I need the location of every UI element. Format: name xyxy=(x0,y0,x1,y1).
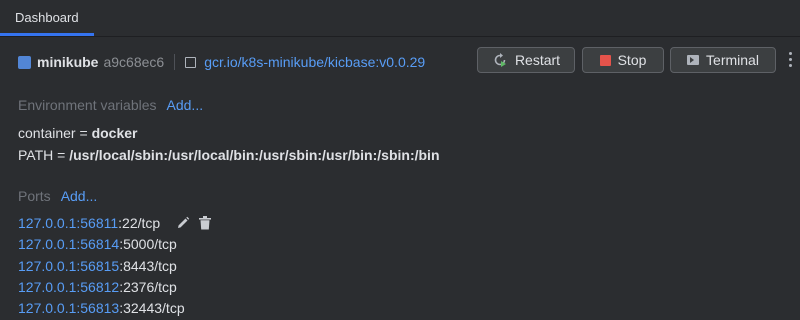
env-item: container = docker xyxy=(18,125,137,141)
port-row: 127.0.0.1:56815:8443/tcp xyxy=(18,256,177,276)
restart-icon xyxy=(492,52,508,68)
env-key: container xyxy=(18,125,76,141)
stop-icon xyxy=(599,54,611,66)
env-key: PATH xyxy=(18,147,54,163)
env-value: docker xyxy=(91,125,138,141)
tab-separator xyxy=(0,36,800,37)
port-target: :5000/tcp xyxy=(119,236,177,252)
ports-add-link[interactable]: Add... xyxy=(61,188,98,204)
port-row: 127.0.0.1:56814:5000/tcp xyxy=(18,234,177,254)
stop-button[interactable]: Stop xyxy=(582,47,664,73)
port-host-link[interactable]: 127.0.0.1:56811 xyxy=(18,215,118,231)
port-target: :8443/tcp xyxy=(119,258,177,274)
port-row: 127.0.0.1:56813:32443/tcp xyxy=(18,298,185,318)
header-divider xyxy=(174,54,176,70)
port-target: :2376/tcp xyxy=(119,279,177,295)
env-value: /usr/local/sbin:/usr/local/bin:/usr/sbin… xyxy=(69,147,440,163)
port-row: 127.0.0.1:56812:2376/tcp xyxy=(18,277,177,297)
port-target: :32443/tcp xyxy=(119,300,185,316)
restart-label: Restart xyxy=(514,52,561,68)
pencil-icon[interactable] xyxy=(176,216,190,230)
trash-icon[interactable] xyxy=(199,216,212,230)
container-icon xyxy=(18,55,31,69)
container-name: minikube xyxy=(37,54,99,70)
restart-button[interactable]: Restart xyxy=(477,47,575,73)
env-separator: = xyxy=(53,147,70,163)
stop-label: Stop xyxy=(617,52,647,68)
port-target: :22/tcp xyxy=(118,215,161,231)
port-host-link[interactable]: 127.0.0.1:56814 xyxy=(18,236,119,252)
tab-dashboard-label: Dashboard xyxy=(15,10,79,25)
kebab-menu-icon[interactable] xyxy=(789,52,793,67)
port-actions xyxy=(176,216,212,230)
port-host-link[interactable]: 127.0.0.1:56813 xyxy=(18,300,119,316)
env-section-header: Environment variables Add... xyxy=(18,97,203,113)
tab-bar: Dashboard xyxy=(0,0,800,36)
container-header: minikube a9c68ec6 gcr.io/k8s-minikube/ki… xyxy=(18,51,425,73)
env-item: PATH = /usr/local/sbin:/usr/local/bin:/u… xyxy=(18,147,440,163)
terminal-button[interactable]: Terminal xyxy=(670,47,776,73)
terminal-label: Terminal xyxy=(706,52,759,68)
tab-dashboard[interactable]: Dashboard xyxy=(0,0,94,36)
container-id: a9c68ec6 xyxy=(103,54,165,70)
port-host-link[interactable]: 127.0.0.1:56815 xyxy=(18,258,119,274)
container-image-link[interactable]: gcr.io/k8s-minikube/kicbase:v0.0.29 xyxy=(204,54,425,70)
env-section-title: Environment variables xyxy=(18,97,157,113)
port-row: 127.0.0.1:56811:22/tcp xyxy=(18,213,212,233)
env-add-link[interactable]: Add... xyxy=(167,97,204,113)
image-icon xyxy=(185,56,197,68)
env-separator: = xyxy=(75,125,92,141)
terminal-icon xyxy=(687,55,700,65)
ports-section-title: Ports xyxy=(18,188,51,204)
ports-section-header: Ports Add... xyxy=(18,188,97,204)
port-host-link[interactable]: 127.0.0.1:56812 xyxy=(18,279,119,295)
